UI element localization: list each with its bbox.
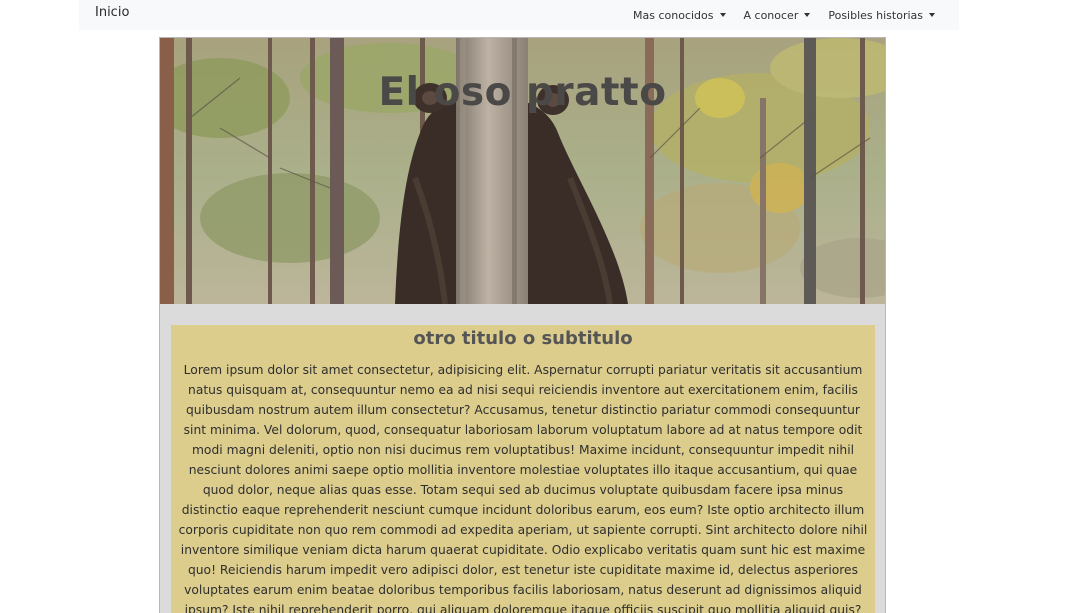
caret-down-icon — [719, 13, 726, 17]
dropdown-label: A conocer — [743, 8, 799, 22]
article-subtitle: otro titulo o subtitulo — [413, 328, 633, 349]
dropdown-posibles-historias[interactable]: Posibles historias — [828, 9, 935, 22]
dropdown-mas-conocidos[interactable]: Mas conocidos — [633, 9, 726, 22]
page-title: El oso pratto — [378, 70, 667, 116]
dropdown-label: Mas conocidos — [633, 8, 714, 22]
hero-banner: El oso pratto — [160, 38, 885, 304]
top-navbar: Inicio Mas conocidos A conocer Posibles … — [79, 0, 959, 30]
nav-menu: Mas conocidos A conocer Posibles histori… — [633, 0, 935, 30]
home-link[interactable]: Inicio — [95, 5, 129, 20]
article-card: otro titulo o subtitulo Lorem ipsum dolo… — [171, 325, 875, 613]
main-container: El oso pratto otro titulo o subtitulo Lo… — [159, 37, 886, 613]
dropdown-label: Posibles historias — [828, 8, 923, 22]
dropdown-a-conocer[interactable]: A conocer — [744, 9, 811, 22]
caret-down-icon — [929, 13, 935, 17]
article-body: Lorem ipsum dolor sit amet consectetur, … — [178, 363, 868, 613]
caret-down-icon — [804, 13, 811, 17]
